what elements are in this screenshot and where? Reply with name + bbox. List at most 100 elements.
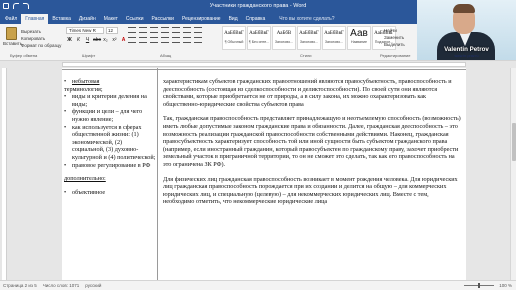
increase-indent-icon[interactable] [172, 27, 180, 33]
tab-design[interactable]: Дизайн [75, 14, 100, 24]
shading-icon[interactable] [183, 37, 191, 43]
paste-label: Вставить [3, 41, 23, 46]
find-button[interactable]: Найти [384, 27, 405, 34]
font-color-button[interactable]: A [120, 37, 127, 44]
tab-insert[interactable]: Вставка [48, 14, 75, 24]
align-left-icon[interactable] [128, 37, 136, 43]
numbering-icon[interactable] [139, 27, 147, 33]
style-sample: АаБбВвГ [299, 31, 319, 36]
tab-mailings[interactable]: Рассылки [148, 14, 178, 24]
clipboard-icon [5, 27, 17, 40]
italic-button[interactable]: К [75, 37, 82, 44]
tell-me-search[interactable]: Что вы хотите сделать? [279, 14, 334, 24]
horizontal-ruler [0, 61, 516, 68]
vertical-scrollbar[interactable] [510, 68, 516, 280]
zoom-slider-knob[interactable] [478, 283, 481, 288]
table-column-divider [157, 68, 158, 280]
underline-button[interactable]: Ч [84, 37, 91, 44]
editing-group: Найти Заменить Выделить [384, 27, 405, 48]
zoom-level[interactable]: 100 % [499, 281, 512, 290]
list-item: как используется в сферах общественной ж… [64, 124, 156, 162]
styles-gallery: АаБбВвГ ¶ Обычный АаБбВвГ ¶ Без инте... Аа… [222, 26, 397, 50]
format-painter-button[interactable]: Формат по образцу [21, 42, 61, 49]
document-workspace: небытовая терминология; виды и критерии … [0, 68, 516, 280]
select-button[interactable]: Выделить [384, 41, 405, 48]
bold-button[interactable]: Ж [66, 37, 73, 44]
font-format-buttons: Ж К Ч abc x₂ x² A [66, 37, 127, 44]
body-paragraph: Так, гражданская правоспособность предст… [163, 115, 461, 168]
paragraph-list-buttons [128, 27, 202, 33]
show-marks-icon[interactable] [194, 27, 202, 33]
group-label-styles: Стили [300, 53, 312, 58]
presenter-hair [453, 4, 475, 13]
body-paragraph: Для физических лиц гражданская правоспос… [163, 175, 458, 206]
tab-review[interactable]: Рецензирование [178, 14, 225, 24]
list-item: правовое регулирование в РФ [64, 162, 156, 170]
tab-view[interactable]: Вид [225, 14, 242, 24]
font-name-select[interactable]: Times New R [66, 27, 104, 34]
list-item: терминология; [64, 85, 103, 93]
decrease-indent-icon[interactable] [161, 27, 169, 33]
tab-help[interactable]: Справка [242, 14, 270, 24]
language-indicator[interactable]: русский [85, 281, 101, 290]
presenter-website: www.hr-prav.ru [454, 54, 479, 58]
justify-icon[interactable] [161, 37, 169, 43]
table-left-cell[interactable]: небытовая терминология; виды и критерии … [64, 78, 156, 196]
ruler-scale[interactable] [62, 62, 466, 67]
style-heading-1[interactable]: АаБбВ Заголово... [272, 26, 296, 50]
multilevel-list-icon[interactable] [150, 27, 158, 33]
strikethrough-button[interactable]: abc [93, 37, 101, 44]
sort-icon[interactable] [183, 27, 191, 33]
replace-button[interactable]: Заменить [384, 34, 405, 41]
scrollbar-thumb[interactable] [512, 123, 516, 161]
table-right-cell[interactable]: характеристикам субъектов гражданских пр… [163, 78, 461, 213]
vertical-ruler [2, 68, 7, 280]
webcam-overlay: Valentin Petrov www.hr-prav.ru [417, 0, 516, 60]
paste-button[interactable]: Вставить [3, 27, 23, 46]
group-label-editing: Редактирование [380, 53, 411, 58]
zoom-slider[interactable] [464, 283, 495, 288]
style-normal[interactable]: АаБбВвГ ¶ Обычный [222, 26, 246, 50]
style-heading-2[interactable]: АаБбВвГ Заголово... [297, 26, 321, 50]
list-item: объективное [64, 189, 156, 197]
style-title[interactable]: Аав Название [347, 26, 371, 50]
clipboard-actions: Вырезать Копировать Формат по образцу [21, 28, 61, 49]
style-no-spacing[interactable]: АаБбВвГ ¶ Без инте... [247, 26, 271, 50]
style-name: Название [350, 40, 368, 44]
align-right-icon[interactable] [150, 37, 158, 43]
page-count[interactable]: Страница 2 из 5 [3, 281, 37, 290]
align-center-icon[interactable] [139, 37, 147, 43]
list-item: дополнительно: [64, 175, 106, 183]
tab-layout[interactable]: Макет [100, 14, 122, 24]
list-item: виды и критерии деления на виды; [64, 93, 156, 108]
style-heading-3[interactable]: АаБбВвГ Заголово... [322, 26, 346, 50]
word-count[interactable]: Число слов: 1071 [43, 281, 80, 290]
subscript-button[interactable]: x₂ [102, 37, 109, 44]
style-sample: АаБбВвГ [224, 31, 244, 36]
style-sample: АаБбВвГ [249, 31, 269, 36]
group-label-paragraph: Абзац [160, 53, 172, 58]
superscript-button[interactable]: x² [111, 37, 118, 44]
group-label-clipboard: Буфер обмена [10, 53, 38, 58]
document-page[interactable]: небытовая терминология; виды и критерии … [62, 68, 466, 280]
style-sample: АаБбВ [276, 31, 292, 36]
borders-icon[interactable] [194, 37, 202, 43]
bullets-icon[interactable] [128, 27, 136, 33]
list-item: небытовая [64, 78, 156, 86]
presenter-name: Valentin Petrov [444, 46, 489, 53]
style-name: ¶ Без инте... [248, 40, 270, 44]
list-item: функции и цели – для чего нужно явление; [64, 108, 156, 123]
tab-home[interactable]: Главная [21, 14, 49, 24]
copy-button[interactable]: Копировать [21, 35, 61, 42]
style-sample: АаБбВвГ [324, 31, 344, 36]
line-spacing-icon[interactable] [172, 37, 180, 43]
font-size-select[interactable]: 12 [106, 27, 118, 34]
tab-file[interactable]: Файл [1, 14, 21, 24]
style-name: Заголово... [299, 40, 319, 44]
tab-references[interactable]: Ссылки [122, 14, 148, 24]
status-bar: Страница 2 из 5 Число слов: 1071 русский… [0, 280, 516, 290]
paragraph-align-buttons [128, 37, 202, 43]
body-paragraph: характеристикам субъектов гражданских пр… [163, 78, 452, 108]
cut-button[interactable]: Вырезать [21, 28, 61, 35]
style-name: Заголово... [274, 40, 294, 44]
